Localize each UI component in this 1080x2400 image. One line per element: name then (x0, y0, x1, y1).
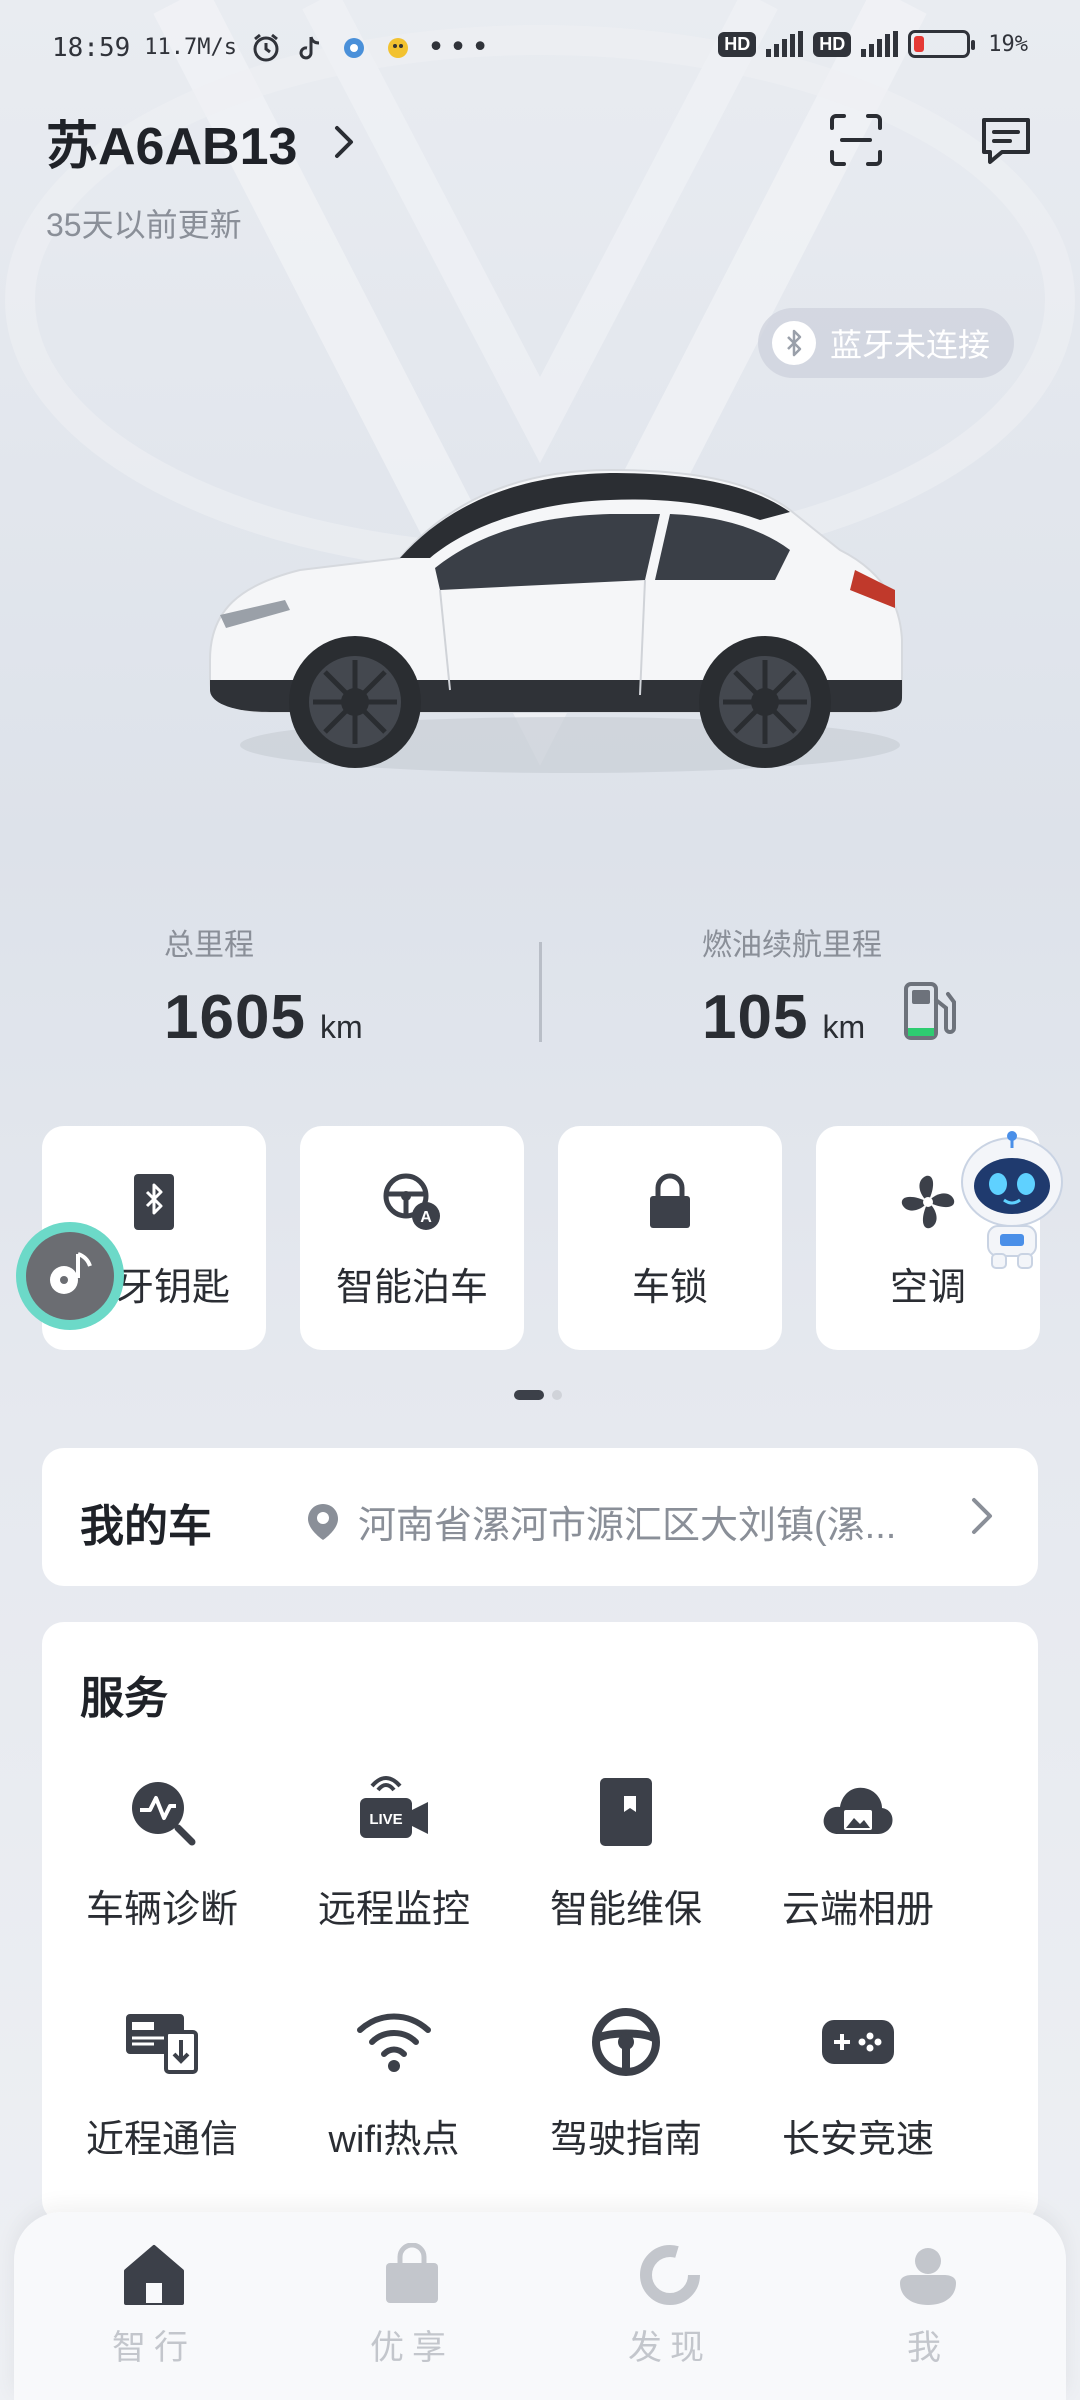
bluetooth-status-text: 蓝牙未连接 (830, 327, 991, 363)
nav-tab-label: 我 (907, 2328, 949, 2368)
discover-icon (635, 2240, 705, 2310)
service-changan-racing[interactable]: 长安竞速 (742, 2004, 974, 2163)
home-icon (119, 2240, 189, 2310)
nav-tab-smart-travel[interactable]: 智行 (54, 2240, 254, 2369)
nav-tab-label: 发现 (628, 2328, 712, 2368)
car-image (209, 468, 903, 773)
bluetooth-icon (772, 321, 816, 365)
my-car-title: 我的车 (80, 1502, 212, 1551)
service-label: 云端相册 (781, 1889, 934, 1931)
quick-actions-pager (514, 1390, 562, 1400)
diagnosis-icon (124, 1774, 200, 1850)
maintenance-icon (588, 1774, 664, 1850)
nav-tab-label: 优享 (370, 2328, 454, 2368)
services-card: 服务 车辆诊断 LIVE 远程监控 智能维保 云端相册 近程通信 wifi热点 … (42, 1622, 1038, 2222)
chevron-right-icon (335, 125, 354, 158)
services-title: 服务 (80, 1674, 168, 1723)
service-driving-guide[interactable]: 驾驶指南 (510, 2004, 742, 2163)
bluetooth-key-icon (122, 1170, 186, 1234)
pager-dot-active (514, 1390, 544, 1400)
service-wifi-hotspot[interactable]: wifi热点 (278, 2004, 510, 2163)
service-label: 长安竞速 (781, 2119, 934, 2161)
header: 苏A6AB13 35天以前更新 (46, 100, 1036, 250)
service-cloud-album[interactable]: 云端相册 (742, 1774, 974, 1933)
service-near-communication[interactable]: 近程通信 (46, 2004, 278, 2163)
floating-music-button[interactable] (16, 1222, 124, 1330)
message-icon[interactable] (976, 110, 1036, 170)
wifi-icon (356, 2004, 432, 2080)
quick-actions: 蓝牙钥匙 A 智能泊车 车锁 空调 (42, 1126, 1042, 1350)
signal-icon-2 (861, 31, 899, 57)
service-label: 近程通信 (85, 2119, 238, 2161)
fuel-range: 燃油续航里程 105 km (702, 920, 882, 1053)
service-vehicle-diagnosis[interactable]: 车辆诊断 (46, 1774, 278, 1933)
bottom-nav: 智行 优享 发现 我 (14, 2212, 1066, 2400)
steering-wheel-icon (588, 2004, 664, 2080)
signal-icon-1 (766, 31, 804, 57)
app-notification-icon-2 (383, 33, 413, 63)
near-comm-icon (124, 2004, 200, 2080)
battery-icon (908, 30, 976, 58)
plate-selector[interactable]: 苏A6AB13 (46, 104, 365, 179)
battery-percent: 19% (988, 31, 1028, 57)
lock-icon (638, 1170, 702, 1234)
my-car-card[interactable]: 我的车 河南省漯河市源汇区大刘镇(漯... (42, 1448, 1038, 1586)
gamepad-icon (820, 2004, 896, 2080)
svg-text:A: A (420, 1209, 432, 1226)
fuel-pump-icon (904, 982, 956, 1040)
update-time: 35天以前更新 (46, 207, 242, 243)
svg-text:LIVE: LIVE (369, 1811, 402, 1828)
quick-action-auto-park[interactable]: A 智能泊车 (300, 1126, 524, 1350)
pager-dot (552, 1390, 562, 1400)
auto-park-icon: A (380, 1170, 444, 1234)
service-label: 远程监控 (317, 1889, 470, 1931)
fan-icon (896, 1170, 960, 1234)
status-time: 18:59 (52, 32, 131, 63)
app-notification-icon (339, 33, 369, 63)
nav-tab-discover[interactable]: 发现 (570, 2240, 770, 2369)
status-bar: 18:59 11.7M/s ••• HD HD 19% (0, 0, 1080, 96)
total-mileage-unit: km (319, 1009, 363, 1045)
music-disc-icon (26, 1232, 114, 1320)
service-label: 驾驶指南 (549, 2119, 702, 2161)
fuel-range-value: 105 (702, 983, 809, 1052)
profile-icon (893, 2240, 963, 2310)
nav-tab-premium[interactable]: 优享 (312, 2240, 512, 2369)
service-smart-maintenance[interactable]: 智能维保 (510, 1774, 742, 1933)
service-label: wifi热点 (328, 2119, 460, 2161)
fuel-range-label: 燃油续航里程 (702, 929, 882, 962)
car-location-text: 河南省漯河市源汇区大刘镇(漯... (358, 1505, 897, 1547)
assistant-robot-icon[interactable] (952, 1130, 1072, 1270)
nav-tab-profile[interactable]: 我 (828, 2240, 1028, 2369)
total-mileage-value: 1605 (164, 983, 306, 1052)
tiktok-icon (295, 33, 325, 63)
scan-icon[interactable] (826, 110, 886, 170)
plate-number: 苏A6AB13 (46, 118, 298, 176)
total-mileage-label: 总里程 (164, 929, 254, 962)
quick-action-label: 智能泊车 (335, 1267, 488, 1309)
live-camera-icon: LIVE (356, 1774, 432, 1850)
bluetooth-status-pill[interactable]: 蓝牙未连接 (758, 308, 1014, 378)
hd-badge-2: HD (813, 31, 852, 57)
alarm-icon (251, 33, 281, 63)
mileage-section: 总里程 1605 km 燃油续航里程 105 km (0, 920, 1080, 1070)
bag-icon (377, 2240, 447, 2310)
chevron-right-icon (972, 1498, 992, 1534)
service-label: 智能维保 (549, 1889, 702, 1931)
location-pin-icon (308, 1503, 338, 1540)
status-speed: 11.7M/s (144, 35, 237, 60)
service-remote-monitor[interactable]: LIVE 远程监控 (278, 1774, 510, 1933)
total-mileage: 总里程 1605 km (164, 920, 363, 1053)
fuel-range-unit: km (822, 1009, 866, 1045)
quick-action-label: 车锁 (631, 1267, 708, 1309)
mileage-divider (539, 942, 542, 1042)
hd-badge-1: HD (718, 31, 757, 57)
nav-tab-label: 智行 (112, 2328, 196, 2368)
cloud-album-icon (820, 1774, 896, 1850)
service-label: 车辆诊断 (85, 1889, 238, 1931)
quick-action-lock[interactable]: 车锁 (558, 1126, 782, 1350)
more-notifications-icon: ••• (427, 30, 494, 65)
